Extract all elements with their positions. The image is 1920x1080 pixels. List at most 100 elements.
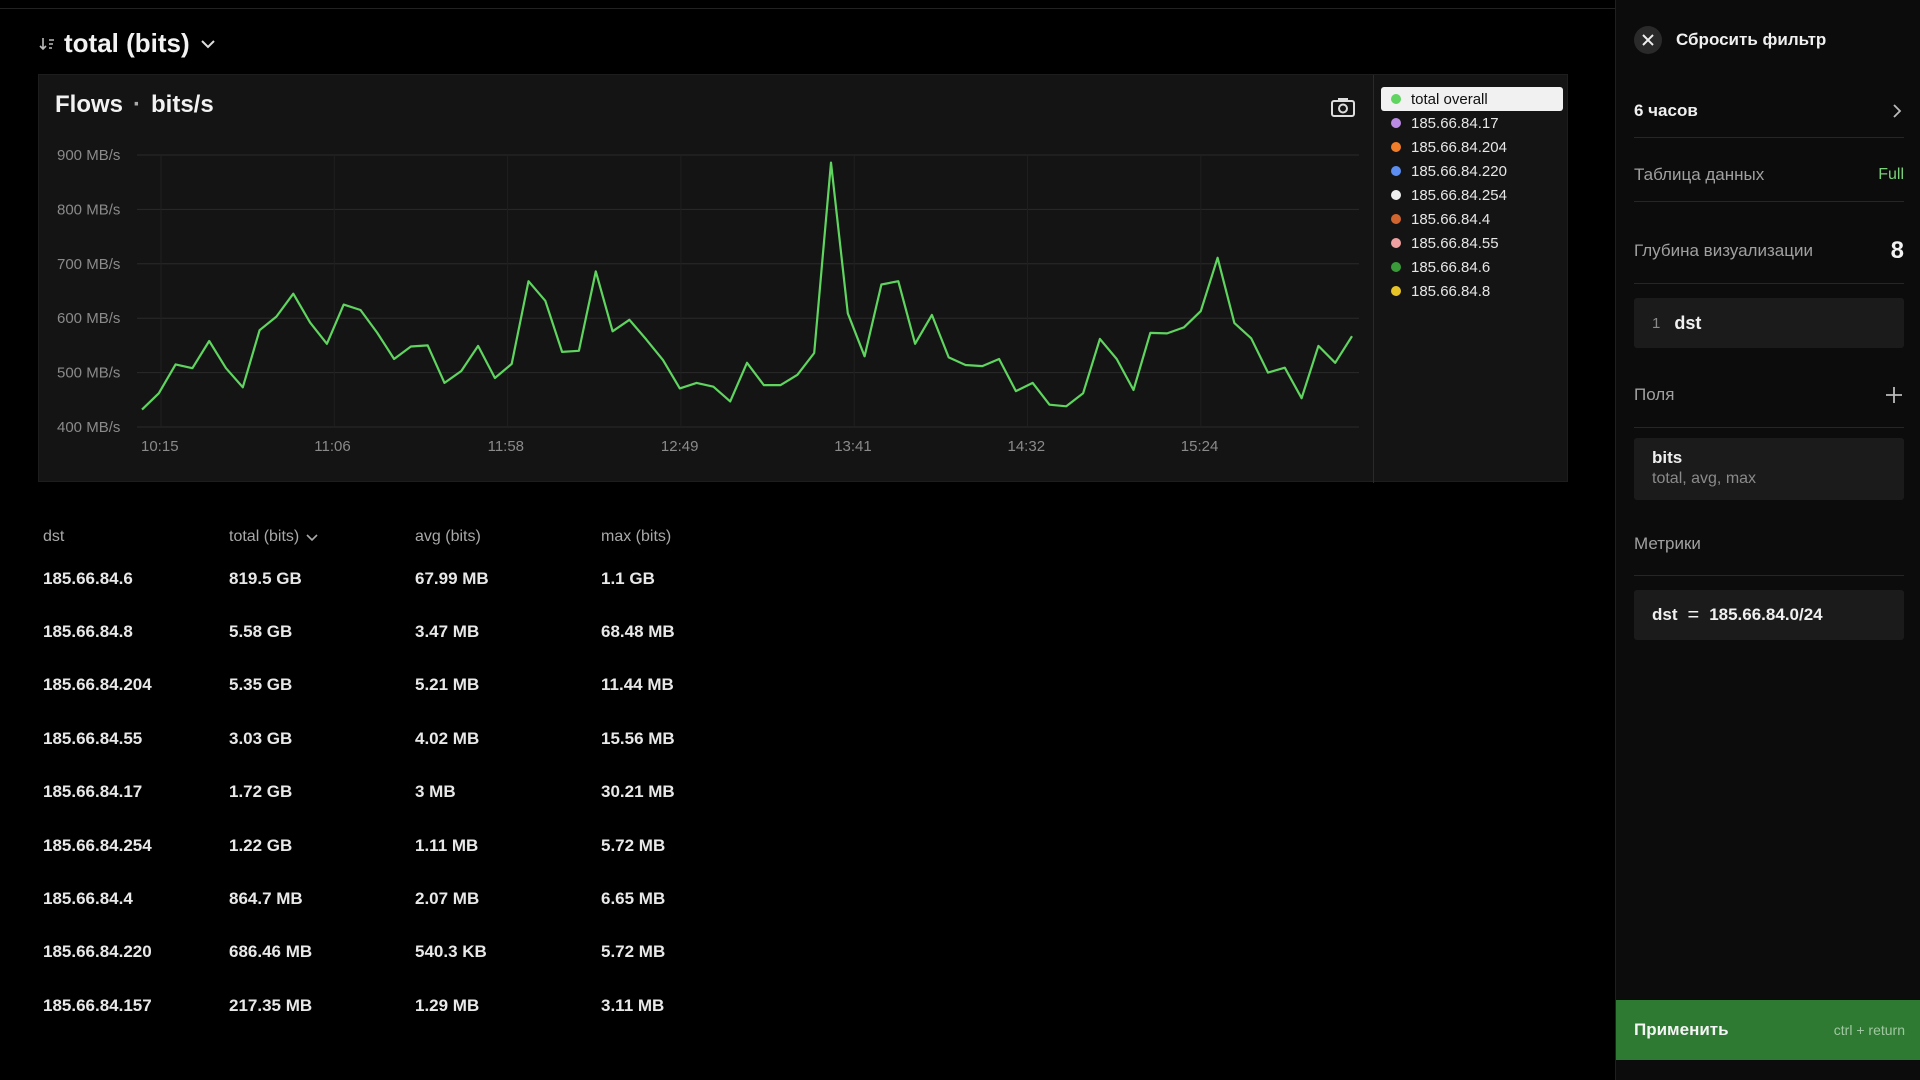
legend-label: 185.66.84.8 [1411,282,1491,300]
plus-icon[interactable] [1884,385,1904,405]
visualization-depth-option[interactable]: Глубина визуализации 8 [1634,218,1904,284]
x-tick-label: 12:49 [661,438,699,455]
table-cell: 5.35 GB [229,675,293,695]
apply-shortcut-hint: ctrl + return [1833,1022,1905,1038]
table-row[interactable]: 185.66.84.204 5.35 GB 5.21 MB 11.44 MB [43,659,787,712]
table-row[interactable]: 185.66.84.157 217.35 MB 1.29 MB 3.11 MB [43,979,787,1032]
filter-item[interactable]: dst = 185.66.84.0/24 [1634,590,1904,640]
table-cell: 1.29 MB [415,995,480,1015]
table-cell: 30.21 MB [601,782,675,802]
table-row[interactable]: 185.66.84.6 819.5 GB 67.99 MB 1.1 GB [43,552,787,605]
legend-item[interactable]: 185.66.84.220 [1381,159,1563,183]
reset-filter-label: Сбросить фильтр [1676,30,1827,49]
legend-swatch [1391,286,1401,296]
table-cell: 68.48 MB [601,622,675,642]
visualization-depth-label: Глубина визуализации [1634,240,1813,260]
legend-item[interactable]: 185.66.84.17 [1381,111,1563,135]
table-cell: 185.66.84.17 [43,782,143,802]
table-cell: 686.46 MB [229,942,313,962]
legend-swatch [1391,94,1401,104]
filter-operator: = [1687,603,1700,626]
sort-title: total (bits) [64,28,190,58]
legend-label: 185.66.84.220 [1411,162,1507,180]
y-tick-label: 600 MB/s [57,310,120,327]
close-icon [1634,26,1662,54]
table-cell: 3.47 MB [415,622,480,642]
y-tick-label: 400 MB/s [57,419,120,436]
column-header-dst[interactable]: dst [43,528,229,546]
table-cell: 819.5 GB [229,568,302,588]
legend-swatch [1391,142,1401,152]
group-index: 1 [1652,314,1661,332]
table-cell: 864.7 MB [229,889,303,909]
column-header-label: avg (bits) [415,528,481,545]
data-table-option[interactable]: Таблица данных Full [1634,148,1904,202]
legend-label: 185.66.84.55 [1411,234,1499,252]
legend-item[interactable]: 185.66.84.4 [1381,207,1563,231]
chart-legend: total overall 185.66.84.17 185.66.84.204 18… [1381,87,1563,303]
filter-sidebar: Сбросить фильтр 6 часов Таблица данных F… [1615,0,1920,1080]
table-cell: 5.21 MB [415,675,480,695]
legend-item[interactable]: 185.66.84.55 [1381,231,1563,255]
x-tick-label: 13:41 [834,438,872,455]
column-header-max[interactable]: max (bits) [601,528,787,546]
table-row[interactable]: 185.66.84.4 864.7 MB 2.07 MB 6.65 MB [43,872,787,925]
table-row[interactable]: 185.66.84.17 1.72 GB 3 MB 30.21 MB [43,766,787,819]
legend-item[interactable]: 185.66.84.204 [1381,135,1563,159]
table-cell: 540.3 KB [415,942,487,962]
legend-item[interactable]: 185.66.84.6 [1381,255,1563,279]
field-aggregations: total, avg, max [1652,470,1757,487]
legend-swatch [1391,262,1401,272]
table-cell: 217.35 MB [229,995,313,1015]
x-tick-label: 15:24 [1181,438,1219,455]
reset-filter-button[interactable]: Сбросить фильтр [1634,26,1826,54]
metrics-section[interactable]: Метрики [1634,512,1904,576]
x-tick-label: 11:06 [314,438,350,455]
table-cell: 5.58 GB [229,622,293,642]
table-row[interactable]: 185.66.84.55 3.03 GB 4.02 MB 15.56 MB [43,712,787,765]
table-cell: 1.22 GB [229,835,293,855]
group-field: dst [1674,312,1702,333]
y-tick-label: 800 MB/s [57,201,120,218]
table-row[interactable]: 185.66.84.220 686.46 MB 540.3 KB 5.72 MB [43,926,787,979]
table-row[interactable]: 185.66.84.8 5.58 GB 3.47 MB 68.48 MB [43,605,787,658]
table-cell: 67.99 MB [415,568,489,588]
chart-title: Flows · bits/s [55,91,214,119]
x-tick-label: 10:15 [141,438,179,455]
table-cell: 185.66.84.204 [43,675,152,695]
chart-title-main: Flows [55,91,124,118]
legend-item[interactable]: total overall [1381,87,1563,111]
table-cell: 185.66.84.254 [43,835,152,855]
table-cell: 4.02 MB [415,728,480,748]
field-item[interactable]: bits total, avg, max [1634,438,1904,500]
table-cell: 185.66.84.8 [43,622,133,642]
group-by-item[interactable]: 1 dst [1634,298,1904,348]
legend-label: 185.66.84.254 [1411,186,1507,204]
camera-icon[interactable] [1330,95,1356,119]
data-table-label: Таблица данных [1634,164,1765,184]
apply-button[interactable]: Применить ctrl + return [1616,1000,1920,1060]
legend-item[interactable]: 185.66.84.254 [1381,183,1563,207]
filter-field: dst [1652,605,1678,624]
legend-label: 185.66.84.6 [1411,258,1491,276]
fields-label: Поля [1634,384,1675,404]
y-tick-label: 500 MB/s [57,365,120,382]
x-tick-label: 14:32 [1008,438,1046,455]
table-row[interactable]: 185.66.84.254 1.22 GB 1.11 MB 5.72 MB [43,819,787,872]
sort-selector[interactable]: total (bits) [38,28,218,59]
column-header-label: max (bits) [601,528,672,545]
column-header-avg[interactable]: avg (bits) [415,528,601,546]
time-range-selector[interactable]: 6 часов [1634,84,1904,138]
legend-swatch [1391,118,1401,128]
table-cell: 3 MB [415,782,456,802]
table-body: 185.66.84.6 819.5 GB 67.99 MB 1.1 GB 185.66.… [43,552,787,1033]
visualization-depth-value[interactable]: 8 [1891,237,1904,265]
column-header-total[interactable]: total (bits) [229,528,415,546]
table-cell: 2.07 MB [415,889,480,909]
chevron-down-icon [306,534,318,542]
data-table-value[interactable]: Full [1878,166,1904,184]
legend-item[interactable]: 185.66.84.8 [1381,279,1563,303]
legend-swatch [1391,214,1401,224]
table-cell: 3.03 GB [229,728,293,748]
legend-label: 185.66.84.17 [1411,114,1499,132]
